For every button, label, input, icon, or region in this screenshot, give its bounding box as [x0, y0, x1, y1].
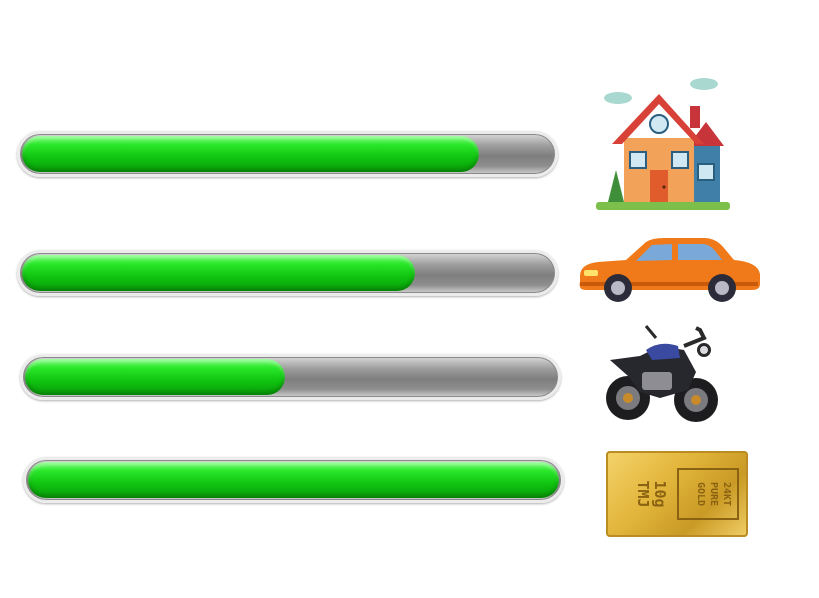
progress-fill-gold [28, 462, 559, 498]
progress-fill-car [22, 255, 415, 291]
progress-fill-motorcycle [25, 359, 285, 395]
progress-bar-house [17, 131, 558, 177]
gold-bar-icon: 10g TMJ 24KT PURE GOLD [606, 451, 748, 537]
progress-bar-gold [23, 457, 564, 503]
gold-bar-stamp-right: 24KT PURE GOLD [677, 468, 739, 520]
motorcycle-icon [606, 325, 718, 422]
progress-bar-car [17, 250, 558, 296]
progress-fill-house [22, 136, 479, 172]
house-icon [596, 78, 730, 210]
car-icon [579, 238, 760, 302]
gold-bar-stamp-left: 10g TMJ [634, 480, 669, 508]
progress-bar-motorcycle [20, 354, 561, 400]
